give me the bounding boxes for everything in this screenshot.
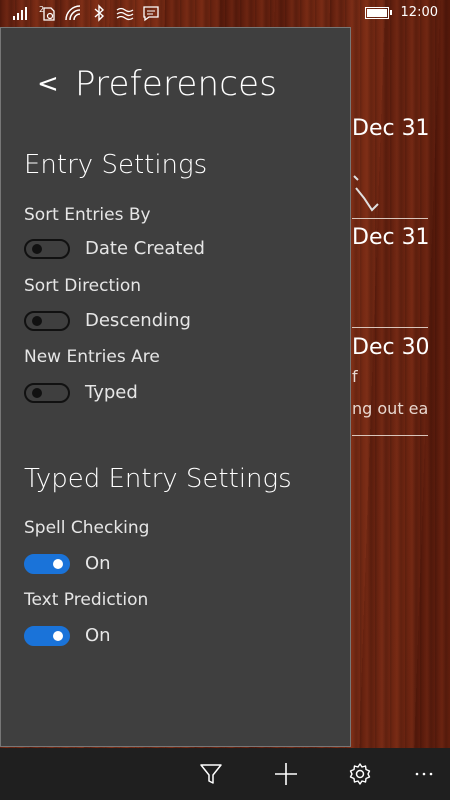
add-icon xyxy=(275,763,297,785)
new-entries-label: New Entries Are xyxy=(24,347,160,367)
status-time: 12:00 xyxy=(400,5,438,20)
battery-icon xyxy=(364,6,392,19)
bluetooth-icon xyxy=(90,4,108,22)
sim-2-icon: 2 xyxy=(38,4,56,22)
filter-button[interactable] xyxy=(197,760,225,788)
spell-checking-toggle[interactable] xyxy=(24,553,70,574)
wifi-icon xyxy=(64,4,82,22)
sort-entries-toggle[interactable] xyxy=(24,238,70,259)
filter-icon xyxy=(200,764,222,784)
entry-date[interactable]: Dec 31 xyxy=(352,116,430,141)
entry-preview: ng out ea xyxy=(352,399,429,418)
entry-date[interactable]: Dec 30 xyxy=(352,335,430,360)
sort-entries-label: Sort Entries By xyxy=(24,205,151,225)
sort-direction-toggle[interactable] xyxy=(24,310,70,331)
divider xyxy=(352,218,428,219)
toggle-knob xyxy=(32,387,42,398)
text-prediction-label: Text Prediction xyxy=(24,590,149,610)
text-prediction-toggle[interactable] xyxy=(24,625,70,646)
section-heading-typed-entry-settings: Typed Entry Settings xyxy=(24,464,292,494)
toggle-knob xyxy=(32,315,42,326)
signal-icon xyxy=(12,4,30,22)
entry-preview: f xyxy=(352,367,358,386)
spell-checking-value: On xyxy=(85,553,111,574)
divider xyxy=(352,435,428,436)
settings-icon xyxy=(349,763,371,785)
sort-entries-toggle-row[interactable]: Date Created xyxy=(24,238,205,259)
new-entries-value: Typed xyxy=(85,382,138,403)
entry-sketch xyxy=(353,175,379,212)
sound-waves-icon xyxy=(116,4,134,22)
toggle-knob xyxy=(53,558,63,569)
app-bar xyxy=(0,748,450,800)
status-bar: 2 12:00 xyxy=(0,0,450,27)
new-entries-toggle[interactable] xyxy=(24,382,70,403)
text-prediction-toggle-row[interactable]: On xyxy=(24,625,111,646)
svg-text:2: 2 xyxy=(39,5,44,14)
spell-checking-toggle-row[interactable]: On xyxy=(24,553,111,574)
sort-direction-value: Descending xyxy=(85,310,191,331)
toggle-knob xyxy=(53,630,63,641)
new-entries-toggle-row[interactable]: Typed xyxy=(24,382,138,403)
text-prediction-value: On xyxy=(85,625,111,646)
settings-button[interactable] xyxy=(346,760,374,788)
more-icon xyxy=(415,772,433,776)
preferences-panel: < Preferences Entry Settings Sort Entrie… xyxy=(0,27,351,747)
sort-direction-toggle-row[interactable]: Descending xyxy=(24,310,191,331)
toggle-knob xyxy=(32,243,42,254)
panel-header: < Preferences xyxy=(37,64,277,104)
add-button[interactable] xyxy=(272,760,300,788)
message-icon xyxy=(142,4,160,22)
entry-date[interactable]: Dec 31 xyxy=(352,225,430,250)
divider xyxy=(352,327,428,328)
sort-direction-label: Sort Direction xyxy=(24,276,142,296)
section-heading-entry-settings: Entry Settings xyxy=(24,150,208,180)
more-button[interactable] xyxy=(410,760,438,788)
page-title: Preferences xyxy=(75,64,278,104)
spell-checking-label: Spell Checking xyxy=(24,518,150,538)
sort-entries-value: Date Created xyxy=(85,238,205,259)
back-button[interactable]: < xyxy=(37,69,61,99)
